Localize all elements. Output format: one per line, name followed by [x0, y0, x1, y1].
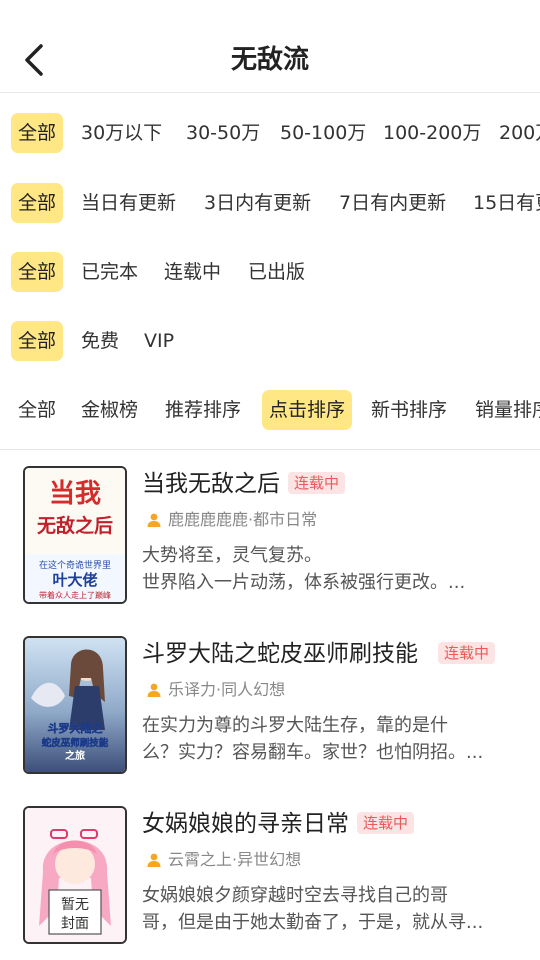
- filter-row-update: 全部 当日有更新 3日内有更新 7日有内更新 15日有更: [0, 183, 540, 223]
- filter-divider: [0, 449, 540, 450]
- page-title: 无敌流: [230, 45, 309, 75]
- svg-text:无敌之后: 无敌之后: [37, 514, 113, 537]
- author-icon: [146, 852, 162, 868]
- filter-row-sort: 全部 金椒榜 推荐排序 点击排序 新书排序 销量排序: [0, 390, 540, 430]
- chip-word-count-all[interactable]: 全部: [11, 113, 64, 153]
- chip-sort-clicks[interactable]: 点击排序: [262, 390, 353, 430]
- chip-sort-recommended[interactable]: 推荐排序: [158, 390, 248, 430]
- header: 无敌流: [0, 0, 540, 93]
- book-author: 乐译力·同人幻想: [168, 680, 286, 699]
- svg-text:斗罗大陆之: 斗罗大陆之: [48, 721, 103, 735]
- chip-word-count-under-30[interactable]: 30万以下: [74, 113, 169, 153]
- svg-text:带着众人走上了巅峰: 带着众人走上了巅峰: [39, 590, 111, 600]
- chip-status-finished[interactable]: 已完本: [74, 252, 145, 292]
- chip-sort-sales[interactable]: 销量排序: [468, 390, 540, 430]
- book-description: 大势将至，灵气复苏。 世界陷入一片动荡，体系被强行更改。...: [142, 545, 466, 593]
- chip-price-free[interactable]: 免费: [74, 321, 126, 361]
- author-icon: [146, 512, 162, 528]
- svg-text:叶大佬: 叶大佬: [52, 571, 97, 589]
- book-meta: 乐译力·同人幻想: [146, 678, 285, 702]
- book-cover[interactable]: 当我 无敌之后 在这个奇诡世界里 叶大佬 带着众人走上了巅峰: [23, 466, 127, 604]
- chip-status-ongoing[interactable]: 连载中: [157, 252, 228, 292]
- chip-update-3-days[interactable]: 3日内有更新: [197, 183, 318, 223]
- book-cover[interactable]: 暂无 封面: [23, 806, 127, 944]
- book-item[interactable]: 当我 无敌之后 在这个奇诡世界里 叶大佬 带着众人走上了巅峰 当我无敌之后 连载中…: [0, 466, 540, 606]
- book-item[interactable]: 斗罗大陆之 蛇皮巫师刷技能 之旅 斗罗大陆之蛇皮巫师刷技能 连载中 乐译力·同人幻…: [0, 636, 540, 776]
- book-description: 在实力为尊的斗罗大陆生存，靠的是什 么？实力？容易翻车。家世？也怕阴招。...: [142, 715, 484, 763]
- svg-text:之旅: 之旅: [65, 749, 85, 762]
- status-badge: 连载中: [288, 472, 346, 494]
- chip-word-count-50-100[interactable]: 50-100万: [273, 113, 373, 153]
- book-title[interactable]: 女娲娘娘的寻亲日常 连载中: [142, 808, 415, 840]
- chip-update-15-days[interactable]: 15日有更: [466, 183, 540, 223]
- svg-text:当我: 当我: [49, 479, 101, 509]
- svg-text:暂无: 暂无: [61, 897, 89, 913]
- book-meta: 云霄之上·异世幻想: [146, 848, 301, 872]
- book-author: 鹿鹿鹿鹿鹿·都市日常: [168, 510, 318, 529]
- svg-text:封面: 封面: [61, 916, 89, 932]
- chip-sort-golden-pepper[interactable]: 金椒榜: [74, 390, 145, 430]
- status-badge: 连载中: [438, 642, 496, 664]
- filter-row-status: 全部 已完本 连载中 已出版: [0, 252, 540, 292]
- chip-update-all[interactable]: 全部: [11, 183, 64, 223]
- book-cover[interactable]: 斗罗大陆之 蛇皮巫师刷技能 之旅: [23, 636, 127, 774]
- chip-update-today[interactable]: 当日有更新: [74, 183, 183, 223]
- chip-update-7-days[interactable]: 7日有内更新: [332, 183, 453, 223]
- chip-word-count-200-plus[interactable]: 200万: [492, 113, 540, 153]
- filter-row-word-count: 全部 30万以下 30-50万 50-100万 100-200万 200万: [0, 113, 540, 153]
- author-icon: [146, 682, 162, 698]
- book-item[interactable]: 暂无 封面 女娲娘娘的寻亲日常 连载中 云霄之上·异世幻想 女娲娘娘夕颜穿越时空去…: [0, 806, 540, 946]
- filter-row-price: 全部 免费 VIP: [0, 321, 540, 361]
- chip-word-count-100-200[interactable]: 100-200万: [376, 113, 488, 153]
- chip-status-all[interactable]: 全部: [11, 252, 64, 292]
- svg-text:蛇皮巫师刷技能: 蛇皮巫师刷技能: [42, 737, 109, 749]
- chip-sort-all[interactable]: 全部: [11, 390, 63, 430]
- book-meta: 鹿鹿鹿鹿鹿·都市日常: [146, 508, 317, 532]
- book-description: 女娲娘娘夕颜穿越时空去寻找自己的哥 哥，但是由于她太勤奋了，于是，就从寻...: [142, 885, 484, 933]
- svg-text:在这个奇诡世界里: 在这个奇诡世界里: [39, 559, 111, 571]
- chip-sort-new-books[interactable]: 新书排序: [364, 390, 454, 430]
- book-title[interactable]: 当我无敌之后 连载中: [142, 468, 346, 500]
- chip-price-all[interactable]: 全部: [11, 321, 64, 361]
- status-badge: 连载中: [357, 812, 415, 834]
- chip-price-vip[interactable]: VIP: [137, 321, 181, 361]
- book-title[interactable]: 斗罗大陆之蛇皮巫师刷技能 连载中: [142, 638, 496, 670]
- chip-status-published[interactable]: 已出版: [241, 252, 312, 292]
- chip-word-count-30-50[interactable]: 30-50万: [179, 113, 267, 153]
- book-author: 云霄之上·异世幻想: [168, 850, 302, 869]
